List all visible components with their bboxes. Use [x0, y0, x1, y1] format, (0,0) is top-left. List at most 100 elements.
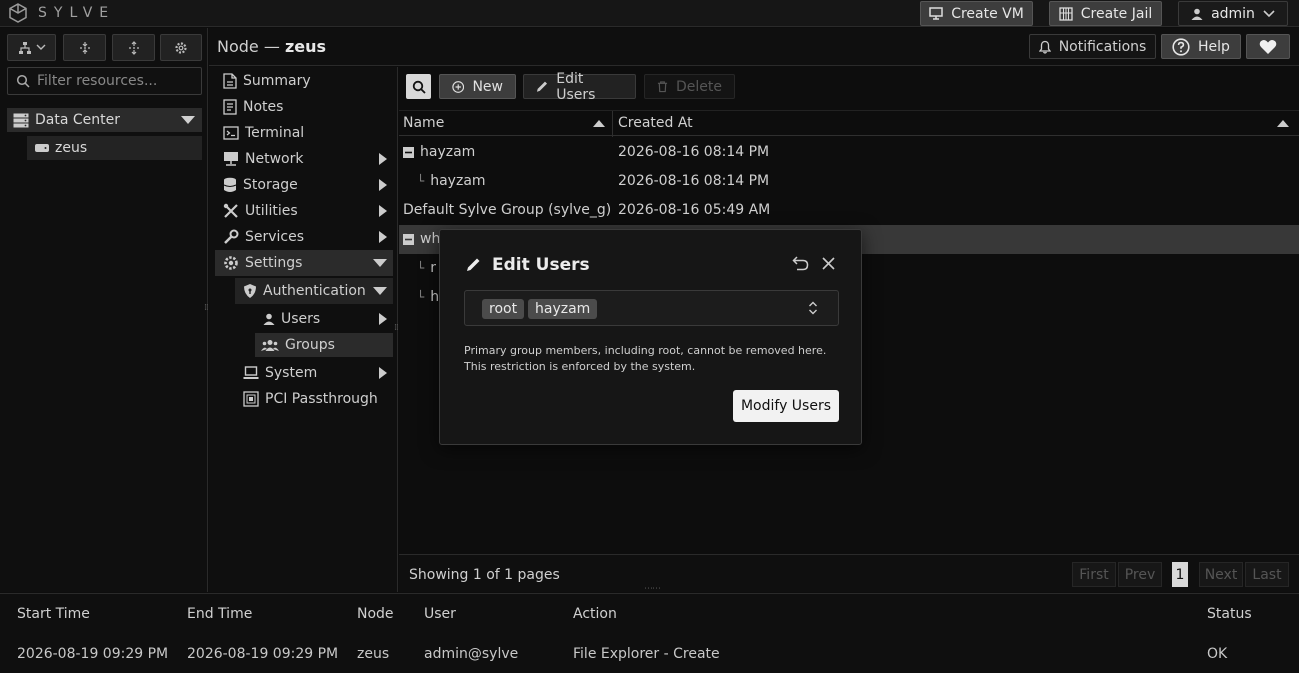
menu-item-summary[interactable]: Summary: [223, 69, 393, 93]
resize-handle[interactable]: ⁞⁞: [394, 323, 399, 333]
user-name: admin: [1211, 5, 1255, 22]
column-header-node[interactable]: Node: [357, 606, 394, 622]
task-end-time: 2026-08-19 09:29 PM: [187, 646, 339, 662]
tree-item-datacenter[interactable]: Data Center: [7, 108, 202, 132]
collapse-square-icon[interactable]: [403, 146, 414, 158]
trash-icon: [657, 81, 668, 93]
modify-users-button[interactable]: Modify Users: [733, 390, 839, 422]
page-title: Node — zeus: [217, 37, 326, 56]
user-menu-button[interactable]: admin: [1178, 1, 1288, 26]
collapse-square-icon[interactable]: [403, 233, 414, 245]
help-button[interactable]: Help: [1161, 34, 1241, 59]
undo-icon[interactable]: [792, 256, 809, 271]
menu-item-users[interactable]: Users: [263, 307, 393, 331]
menu-item-authentication[interactable]: Authentication: [235, 278, 393, 304]
collapse-button[interactable]: [63, 34, 106, 61]
selected-user-chip[interactable]: root: [482, 299, 525, 319]
heart-icon: [1259, 39, 1277, 54]
first-page-button[interactable]: First: [1072, 562, 1116, 587]
row-name: hayzam: [420, 144, 476, 160]
tree-item-node-zeus[interactable]: zeus: [27, 136, 202, 160]
menu-item-terminal[interactable]: Terminal: [223, 121, 393, 145]
help-label: Help: [1198, 38, 1230, 55]
close-icon[interactable]: [822, 257, 835, 270]
last-page-button[interactable]: Last: [1245, 562, 1289, 587]
dialog-title: Edit Users: [492, 255, 590, 275]
new-button[interactable]: New: [439, 74, 516, 99]
server-rack-icon: [13, 113, 29, 127]
cube-logo-icon: [9, 3, 27, 23]
menu-item-system[interactable]: System: [243, 361, 393, 385]
current-page-button[interactable]: 1: [1172, 562, 1188, 587]
donate-button[interactable]: [1246, 34, 1290, 59]
toolbar: New Edit Users Delete: [399, 67, 1299, 107]
notes-icon: [223, 99, 237, 115]
tree-item-label: zeus: [55, 140, 88, 156]
expand-button[interactable]: [112, 34, 155, 61]
pencil-icon: [467, 258, 480, 271]
title-node: zeus: [284, 37, 327, 56]
table-row[interactable]: hayzam 2026-08-16 08:14 PM: [399, 138, 1299, 167]
menu-item-services[interactable]: Services: [223, 225, 393, 249]
selected-user-chip[interactable]: hayzam: [528, 299, 598, 319]
search-button[interactable]: [406, 74, 431, 99]
filter-resources-input[interactable]: Filter resources...: [7, 67, 202, 95]
caret-down-icon[interactable]: [181, 116, 195, 124]
brand-name: SYLVE: [38, 5, 116, 21]
users-multiselect[interactable]: root hayzam: [464, 290, 839, 326]
sort-asc-icon[interactable]: [593, 120, 605, 127]
tree-item-label: Data Center: [35, 112, 120, 128]
gear-icon: [224, 256, 238, 270]
resize-handle[interactable]: ⁞⁞: [204, 303, 209, 313]
menu-item-network[interactable]: Network: [223, 147, 393, 171]
column-header-action[interactable]: Action: [573, 606, 617, 622]
tree-view-button[interactable]: [7, 34, 56, 61]
menu-label: Authentication: [263, 283, 366, 299]
delete-button[interactable]: Delete: [644, 74, 735, 99]
title-prefix: Node —: [217, 37, 280, 56]
next-page-button[interactable]: Next: [1199, 562, 1243, 587]
menu-label: Settings: [245, 255, 303, 271]
menu-item-utilities[interactable]: Utilities: [223, 199, 393, 223]
caret-down-icon: [373, 259, 387, 267]
menu-label: Services: [245, 229, 305, 245]
column-header-name[interactable]: Name: [403, 115, 444, 131]
menu-label: Users: [281, 311, 321, 327]
expand-icon: [128, 40, 139, 55]
first-label: First: [1079, 566, 1109, 583]
column-header-user[interactable]: User: [424, 606, 456, 622]
pagination-bar: Showing 1 of 1 pages First Prev 1 Next L…: [399, 554, 1299, 592]
task-status: OK: [1207, 646, 1228, 662]
menu-item-storage[interactable]: Storage: [223, 173, 393, 197]
filter-placeholder: Filter resources...: [37, 73, 158, 89]
menu-item-settings[interactable]: Settings: [215, 250, 393, 276]
menu-item-pci-passthrough[interactable]: PCI Passthrough: [243, 387, 393, 411]
shield-icon: [244, 284, 256, 298]
menu-item-groups[interactable]: Groups: [255, 333, 393, 357]
create-jail-button[interactable]: Create Jail: [1049, 1, 1162, 26]
row-name: h: [430, 289, 440, 305]
tree-branch-icon: └: [417, 290, 425, 304]
menu-label: Storage: [243, 177, 298, 193]
collapse-icon: [79, 41, 90, 54]
tree-settings-button[interactable]: [160, 34, 202, 61]
table-row[interactable]: └ hayzam 2026-08-16 08:14 PM: [399, 167, 1299, 196]
file-icon: [223, 73, 237, 89]
server-icon: [35, 144, 49, 152]
create-vm-button[interactable]: Create VM: [920, 1, 1033, 26]
node-menu: Summary Notes Terminal Network Storage U…: [209, 67, 398, 592]
notifications-button[interactable]: Notifications: [1029, 34, 1156, 59]
column-header-start-time[interactable]: Start Time: [17, 606, 90, 622]
sort-asc-icon[interactable]: [1277, 120, 1289, 127]
column-header-status[interactable]: Status: [1207, 606, 1252, 622]
column-header-created[interactable]: Created At: [618, 115, 693, 131]
prev-page-button[interactable]: Prev: [1118, 562, 1162, 587]
edit-users-button[interactable]: Edit Users: [523, 71, 636, 103]
edit-users-dialog: Edit Users root hayzam Primary group mem…: [439, 229, 862, 445]
column-header-end-time[interactable]: End Time: [187, 606, 252, 622]
menu-item-notes[interactable]: Notes: [223, 95, 393, 119]
modify-users-label: Modify Users: [740, 398, 832, 414]
table-row[interactable]: Default Sylve Group (sylve_g) 2026-08-16…: [399, 196, 1299, 225]
caret-right-icon: [379, 231, 387, 243]
chevron-up-down-icon: [809, 301, 817, 315]
